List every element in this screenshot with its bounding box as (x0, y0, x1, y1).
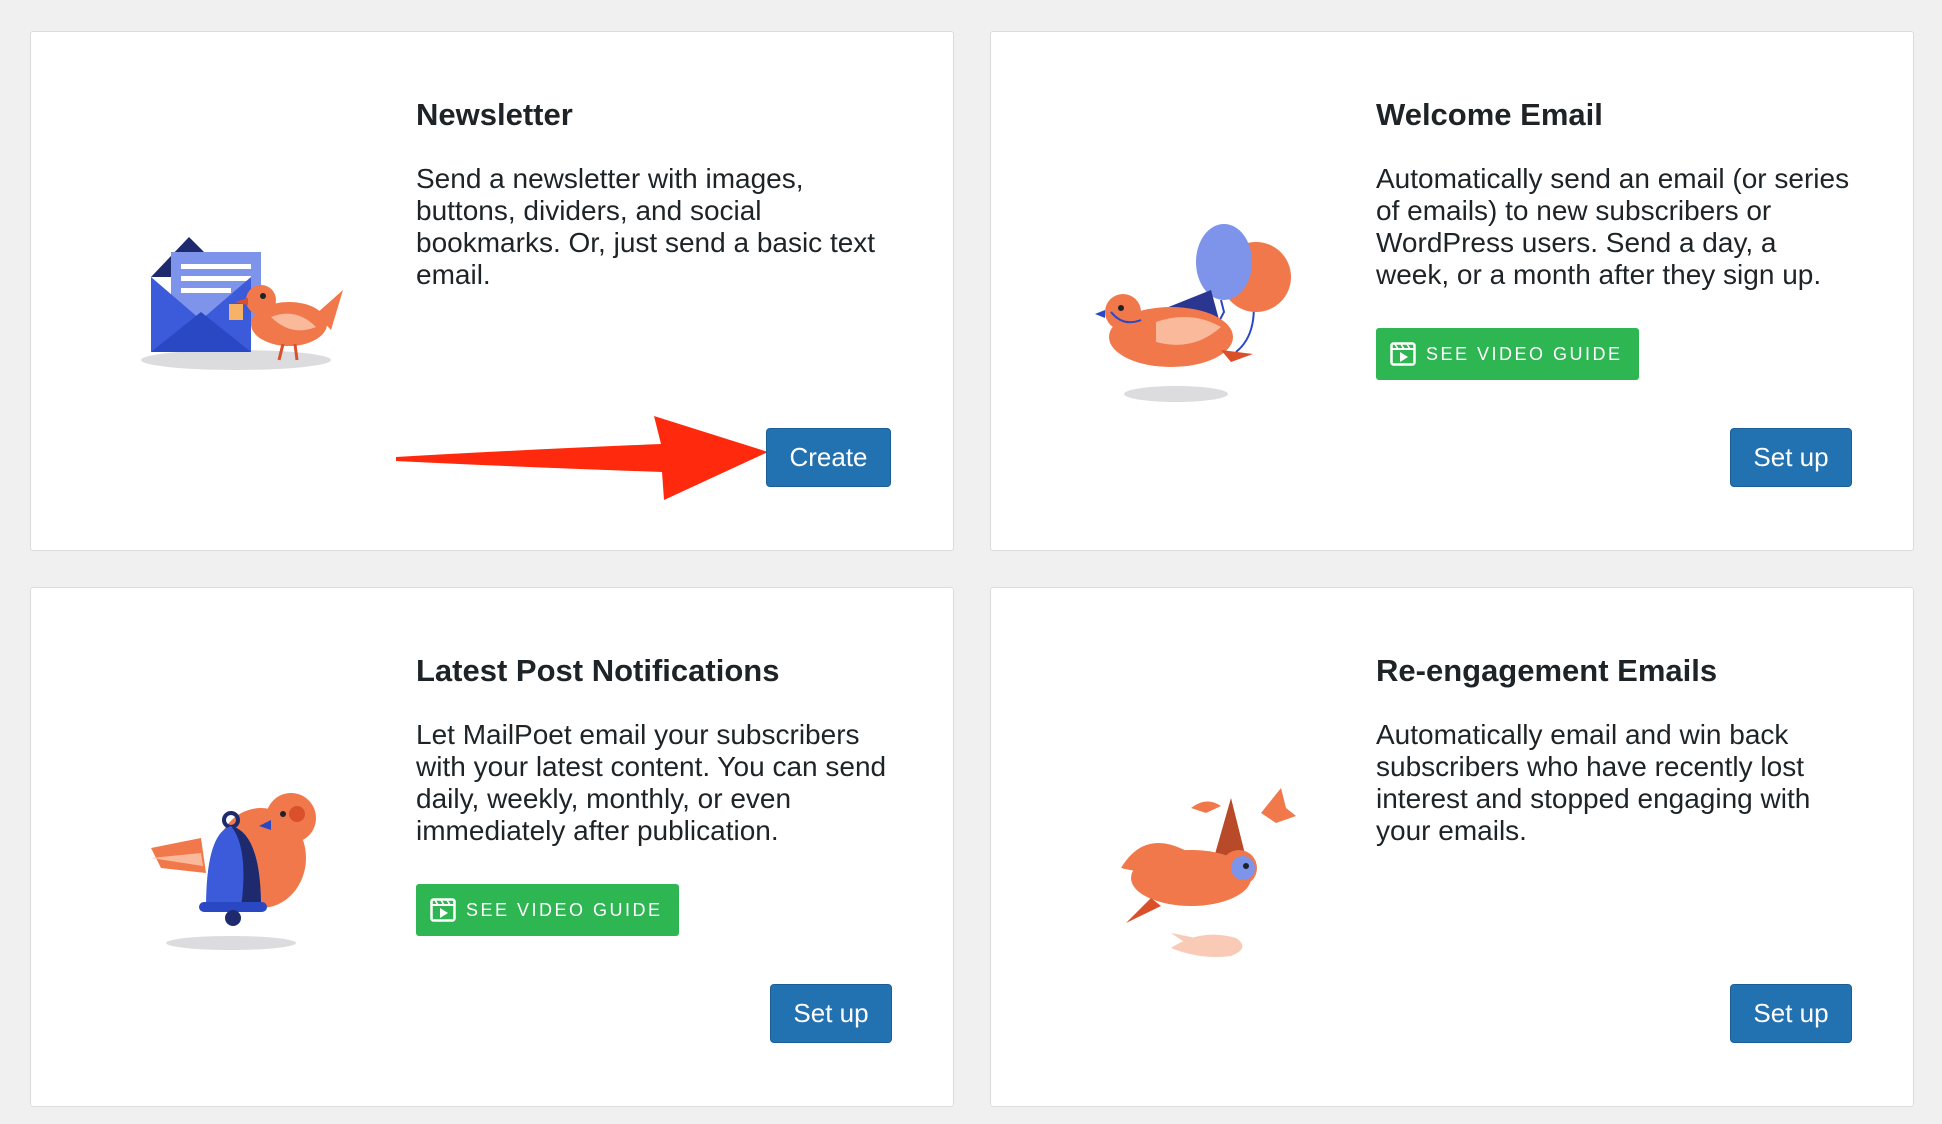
welcome-email-setup-button[interactable]: Set up (1730, 428, 1852, 487)
video-clapper-icon (430, 898, 456, 922)
video-guide-label: SEE VIDEO GUIDE (466, 899, 663, 920)
reengagement-card: Re-engagement Emails Automatically email… (990, 587, 1914, 1107)
post-notifications-setup-button[interactable]: Set up (770, 984, 892, 1043)
card-description: Automatically send an email (or series o… (1376, 163, 1850, 290)
card-title: Re-engagement Emails (1376, 653, 1718, 688)
create-newsletter-button[interactable]: Create (766, 428, 891, 487)
envelope-bird-icon (111, 182, 351, 422)
see-video-guide-button[interactable]: SEE VIDEO GUIDE (416, 884, 679, 936)
card-description: Send a newsletter with images, buttons, … (416, 163, 876, 290)
balloon-bird-icon (1071, 182, 1311, 422)
red-arrow-icon (396, 416, 768, 500)
post-notifications-card: Latest Post Notifications Let MailPoet e… (30, 587, 954, 1107)
bell-bird-icon (111, 738, 351, 978)
card-description: Let MailPoet email your subscribers with… (416, 719, 887, 846)
video-guide-label: SEE VIDEO GUIDE (1426, 343, 1623, 364)
video-clapper-icon (1390, 342, 1416, 366)
flying-birds-icon (1071, 738, 1311, 978)
card-title: Welcome Email (1376, 97, 1603, 132)
see-video-guide-button[interactable]: SEE VIDEO GUIDE (1376, 328, 1639, 380)
card-title: Latest Post Notifications (416, 653, 780, 688)
card-description: Automatically email and win back subscri… (1376, 719, 1811, 846)
reengagement-setup-button[interactable]: Set up (1730, 984, 1852, 1043)
card-title: Newsletter (416, 97, 573, 132)
newsletter-card: Newsletter Send a newsletter with images… (30, 31, 954, 551)
welcome-email-card: Welcome Email Automatically send an emai… (990, 31, 1914, 551)
